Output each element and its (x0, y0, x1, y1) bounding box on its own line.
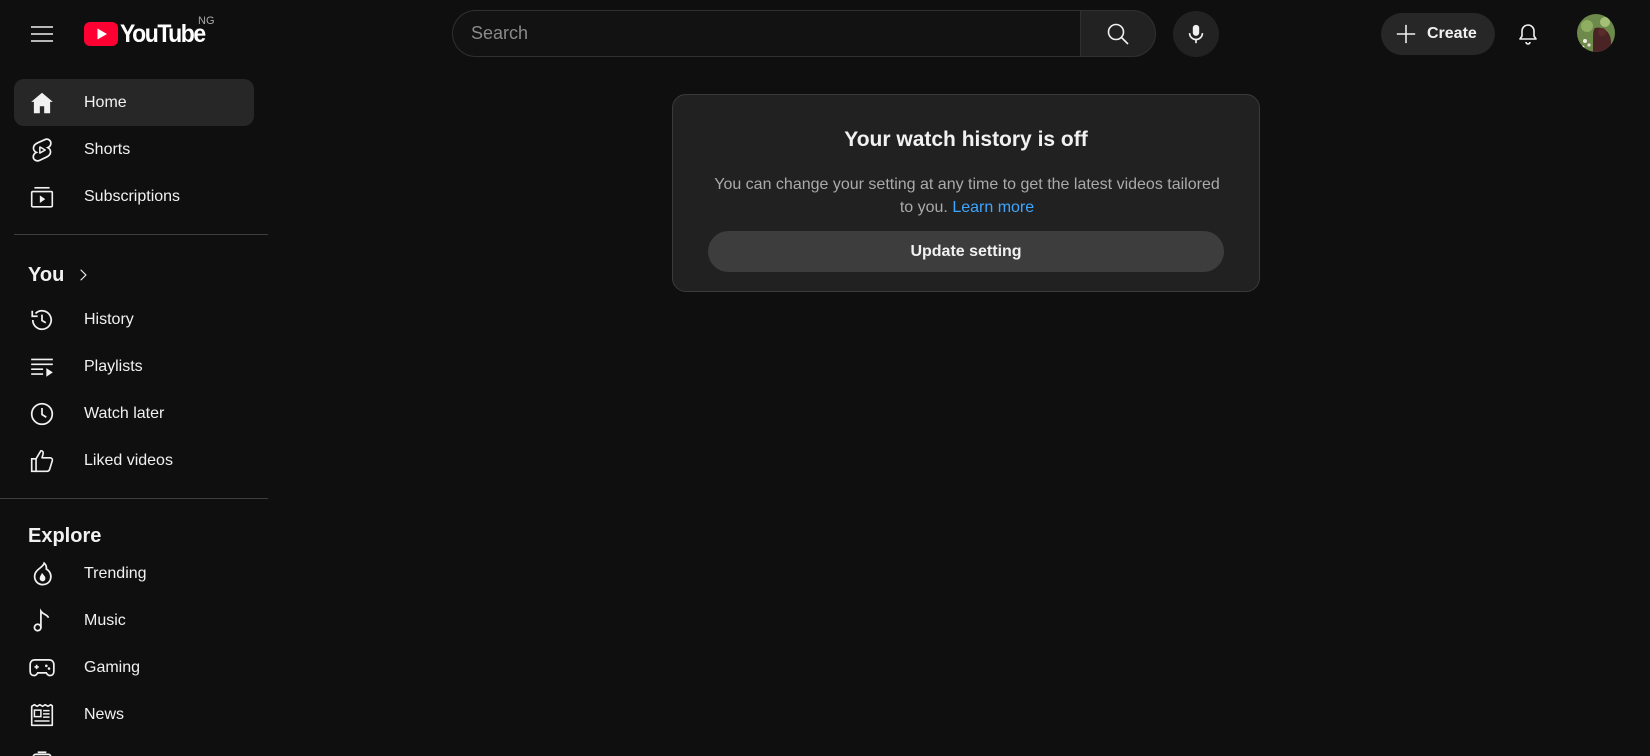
sidebar-section-you[interactable]: You (28, 261, 90, 289)
youtube-play-icon (84, 22, 118, 46)
youtube-logo[interactable]: YouTube (84, 16, 212, 52)
sidebar-item-label: Shorts (84, 140, 131, 158)
sidebar-item-label: Playlists (84, 357, 143, 375)
notifications-button[interactable] (1507, 13, 1549, 55)
sidebar-item-shorts[interactable]: Shorts (14, 126, 254, 173)
bell-icon (1519, 24, 1537, 45)
trending-icon (28, 560, 56, 588)
sidebar-item-label: History (84, 310, 134, 328)
sidebar-section-explore: Explore (28, 522, 101, 550)
subscriptions-icon (28, 183, 56, 211)
sidebar-item-label: Liked videos (84, 451, 173, 469)
history-icon (28, 306, 56, 334)
section-title-explore: Explore (28, 524, 102, 547)
sidebar-item-liked-videos[interactable]: Liked videos (14, 437, 254, 484)
gaming-icon (28, 654, 56, 682)
sidebar-item-playlists[interactable]: Playlists (14, 343, 254, 390)
sidebar-item-history[interactable]: History (14, 296, 254, 343)
shorts-icon (28, 136, 56, 164)
sidebar-item-label: News (84, 705, 125, 723)
sidebar-item-news[interactable]: News (14, 691, 254, 738)
card-message: You can change your setting at any time … (713, 173, 1221, 219)
watch-history-off-card: Your watch history is off You can change… (672, 94, 1260, 292)
sidebar-item-home[interactable]: Home (14, 79, 254, 126)
logo-wordmark: YouTube (120, 19, 206, 48)
search-bar (452, 10, 1156, 57)
sidebar-item-label: Trending (84, 564, 147, 582)
region-code: NG (198, 15, 215, 27)
search-input[interactable] (452, 10, 1080, 57)
sidebar-item-label: Music (84, 611, 126, 629)
microphone-icon (1188, 24, 1204, 44)
sports-icon (28, 748, 56, 756)
create-button[interactable]: Create (1381, 13, 1495, 55)
sidebar-item-music[interactable]: Music (14, 597, 254, 644)
search-button[interactable] (1080, 10, 1156, 57)
chevron-right-icon (80, 269, 88, 281)
top-bar: YouTube NG Create (0, 0, 1650, 67)
playlists-icon (28, 353, 56, 381)
avatar[interactable] (1577, 14, 1615, 52)
sidebar-item-label: Gaming (84, 658, 141, 676)
card-title: Your watch history is off (844, 128, 1088, 151)
sidebar-item-label: Subscriptions (84, 187, 181, 205)
sidebar-item-trending[interactable]: Trending (14, 550, 254, 597)
sidebar-item-gaming[interactable]: Gaming (14, 644, 254, 691)
like-icon (28, 447, 56, 475)
music-icon (28, 607, 56, 635)
avatar-image (1577, 14, 1615, 52)
search-icon (1107, 23, 1129, 45)
sidebar-divider (14, 234, 268, 235)
sidebar-item-label: Watch later (84, 404, 165, 422)
create-button-label: Create (1427, 25, 1477, 42)
learn-more-link[interactable]: Learn more (952, 199, 1034, 216)
section-title-you: You (28, 263, 65, 286)
news-icon (28, 701, 56, 729)
sidebar-item-label: Home (84, 93, 127, 111)
sidebar-divider (0, 498, 268, 499)
sidebar: Home Shorts Subscriptions You History Pl… (0, 67, 282, 756)
hamburger-icon (31, 26, 53, 42)
sidebar-item-subscriptions[interactable]: Subscriptions (14, 173, 254, 220)
menu-button[interactable] (22, 14, 62, 54)
watch-later-icon (28, 400, 56, 428)
update-setting-button[interactable]: Update setting (708, 231, 1224, 272)
sidebar-item-watch-later[interactable]: Watch later (14, 390, 254, 437)
voice-search-button[interactable] (1173, 11, 1219, 57)
plus-icon (1396, 24, 1416, 44)
sidebar-item-more[interactable] (14, 738, 254, 756)
home-icon (28, 89, 56, 117)
